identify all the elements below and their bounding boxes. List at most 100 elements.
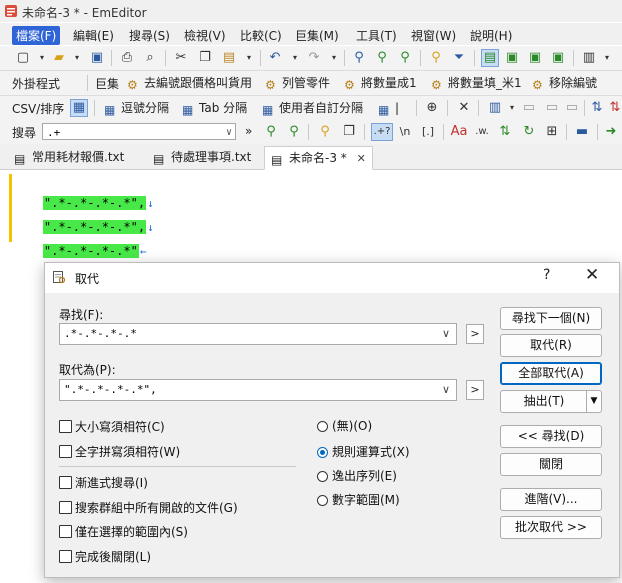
- search-highlight-icon[interactable]: ⚲: [316, 123, 334, 141]
- format-icon-3[interactable]: ▭: [563, 99, 581, 117]
- batch-replace-button[interactable]: 批次取代 >>: [500, 516, 602, 539]
- chevron-down-icon[interactable]: ▼: [586, 391, 601, 412]
- menu-macros[interactable]: 巨集(M): [291, 26, 343, 45]
- chevron-down-icon[interactable]: ∨: [442, 324, 450, 344]
- tab-document-1[interactable]: ▤ 常用耗材報價.txt: [8, 146, 130, 168]
- print-preview-icon[interactable]: ⌕: [141, 49, 159, 67]
- find-menu-button[interactable]: >: [466, 324, 484, 344]
- cut-icon[interactable]: ✂: [172, 49, 190, 67]
- menu-edit[interactable]: 編輯(E): [69, 26, 118, 45]
- find-next-icon[interactable]: ⚲: [373, 49, 391, 67]
- search-clear-icon[interactable]: ❐: [340, 123, 358, 141]
- help-icon[interactable]: ?: [543, 267, 550, 283]
- redo-icon[interactable]: ↷: [305, 49, 323, 67]
- toolbar-toggle-3-icon[interactable]: ▣: [526, 49, 544, 67]
- macro-item[interactable]: ⚙ 將數量填_米1: [431, 74, 522, 92]
- mode-regex-radio[interactable]: 規則運算式(X): [317, 444, 410, 460]
- replace-input[interactable]: ".*-.*-.*-.*", ∨: [59, 379, 457, 401]
- extract-button[interactable]: 抽出(T) ▼: [500, 390, 602, 413]
- search-all-docs-checkbox[interactable]: 搜索群組中所有開啟的文件(G): [59, 500, 238, 516]
- tab-document-3[interactable]: ▤ 未命名-3 * ✕: [264, 146, 373, 170]
- properties-dropdown-icon[interactable]: ▾: [598, 49, 616, 67]
- find-prev-icon[interactable]: ⚲: [396, 49, 414, 67]
- close-on-find-icon[interactable]: ↻: [520, 123, 538, 141]
- regex-toggle[interactable]: .+?: [371, 123, 393, 141]
- close-icon[interactable]: ✕: [585, 265, 599, 285]
- mode-numeric-radio[interactable]: 數字範圍(M): [317, 492, 400, 508]
- selection-only-checkbox[interactable]: 僅在選擇的範圍內(S): [59, 524, 188, 540]
- search-options-icon[interactable]: ⊞: [543, 123, 561, 141]
- find-input[interactable]: .*-.*-.*-.* ∨: [59, 323, 457, 345]
- open-folder-icon[interactable]: ▰: [50, 49, 68, 67]
- csv-comma-button[interactable]: ▦ 逗號分隔: [104, 99, 169, 117]
- advanced-button[interactable]: 進階(V)...: [500, 488, 602, 511]
- search-prev-icon[interactable]: ⚲: [285, 123, 303, 141]
- find-back-button[interactable]: << 尋找(D): [500, 425, 602, 448]
- macro-item[interactable]: ⚙ 列管零件: [265, 74, 330, 92]
- macro-item[interactable]: ⚙ 將數量成1: [344, 74, 417, 92]
- search-next-icon[interactable]: ⚲: [262, 123, 280, 141]
- arrow-right-icon[interactable]: ➜: [602, 123, 620, 141]
- print-icon[interactable]: ⎙: [118, 49, 136, 67]
- menu-help[interactable]: 說明(H): [466, 26, 516, 45]
- properties-icon[interactable]: ▥: [580, 49, 598, 67]
- mode-none-radio[interactable]: (無)(O): [317, 418, 372, 434]
- paste-dropdown-icon[interactable]: ▾: [240, 49, 258, 67]
- menu-window[interactable]: 視窗(W): [407, 26, 460, 45]
- menu-compare[interactable]: 比較(C): [236, 26, 286, 45]
- save-icon[interactable]: ▣: [88, 49, 106, 67]
- editor-line[interactable]: ".*-.*-.*-.*", ↓: [14, 194, 154, 234]
- menu-search[interactable]: 搜尋(S): [125, 26, 174, 45]
- menu-file[interactable]: 檔案(F): [12, 26, 61, 45]
- tools-icon[interactable]: ✕: [455, 99, 473, 117]
- toolbar-more-button[interactable]: »: [245, 124, 252, 138]
- column-dropdown-icon[interactable]: ▾: [503, 99, 521, 117]
- chevron-down-icon[interactable]: ∨: [226, 124, 232, 141]
- find-next-button[interactable]: 尋找下一個(N): [500, 307, 602, 330]
- format-icon-1[interactable]: ▭: [520, 99, 538, 117]
- macro-item[interactable]: ⚙ 移除編號: [532, 74, 597, 92]
- new-file-icon[interactable]: ▢: [14, 49, 32, 67]
- menu-tools[interactable]: 工具(T): [352, 26, 401, 45]
- tab-document-2[interactable]: ▤ 待處理事項.txt: [147, 146, 257, 168]
- csv-tab-button[interactable]: ▦ Tab 分隔: [182, 99, 247, 117]
- undo-dropdown-icon[interactable]: ▾: [286, 49, 304, 67]
- search-bar-icon[interactable]: ▬: [573, 123, 591, 141]
- replace-all-button[interactable]: 全部取代(A): [500, 362, 602, 385]
- csv-custom-button[interactable]: ▦ 使用者自訂分隔: [262, 99, 363, 117]
- filter-icon[interactable]: ⏷: [450, 49, 468, 67]
- editor-line[interactable]: ".*-.*-.*-.*" ←: [14, 218, 146, 258]
- replace-menu-button[interactable]: >: [466, 380, 484, 400]
- close-when-done-checkbox[interactable]: 完成後關閉(L): [59, 549, 151, 565]
- paste-icon[interactable]: ▤: [220, 49, 238, 67]
- search-toolbar-input[interactable]: .+ ∨: [42, 123, 236, 140]
- range-toggle[interactable]: [.]: [419, 123, 437, 141]
- csv-pipe-button[interactable]: ▦ |: [378, 99, 399, 117]
- match-case-toggle[interactable]: Aa: [450, 123, 468, 141]
- close-button[interactable]: 關閉: [500, 453, 602, 476]
- match-case-checkbox[interactable]: 大小寫須相符(C): [59, 419, 165, 435]
- chevron-down-icon[interactable]: ∨: [442, 380, 450, 400]
- plugins-label[interactable]: 外掛程式: [12, 75, 60, 92]
- whole-word-checkbox[interactable]: 全字拼寫須相符(W): [59, 444, 180, 460]
- mode-escape-radio[interactable]: 逸出序列(E): [317, 468, 397, 484]
- sort-desc-icon[interactable]: ⇅: [606, 99, 622, 117]
- format-icon-2[interactable]: ▭: [543, 99, 561, 117]
- undo-icon[interactable]: ↶: [266, 49, 284, 67]
- copy-icon[interactable]: ❐: [196, 49, 214, 67]
- close-tab-icon[interactable]: ✕: [357, 152, 366, 165]
- menu-view[interactable]: 檢視(V): [180, 26, 230, 45]
- escape-toggle[interactable]: \n: [396, 123, 414, 141]
- toolbar-toggle-1-icon[interactable]: ▤: [481, 49, 499, 67]
- column-icon[interactable]: ▥: [486, 99, 504, 117]
- incremental-search-checkbox[interactable]: 漸進式搜尋(I): [59, 475, 148, 491]
- macro-item[interactable]: ⚙ 去編號跟價格叫貨用: [127, 74, 252, 92]
- csv-normal-icon[interactable]: ▦: [70, 99, 88, 117]
- find-in-files-icon[interactable]: ⚲: [427, 49, 445, 67]
- whole-word-toggle[interactable]: .w.: [473, 123, 491, 141]
- replace-button[interactable]: 取代(R): [500, 334, 602, 357]
- editor-line[interactable]: ".*-.*-.*-.*", ↓: [14, 170, 154, 210]
- toolbar-toggle-4-icon[interactable]: ▣: [549, 49, 567, 67]
- open-dropdown-icon[interactable]: ▾: [68, 49, 86, 67]
- toolbar-toggle-2-icon[interactable]: ▣: [503, 49, 521, 67]
